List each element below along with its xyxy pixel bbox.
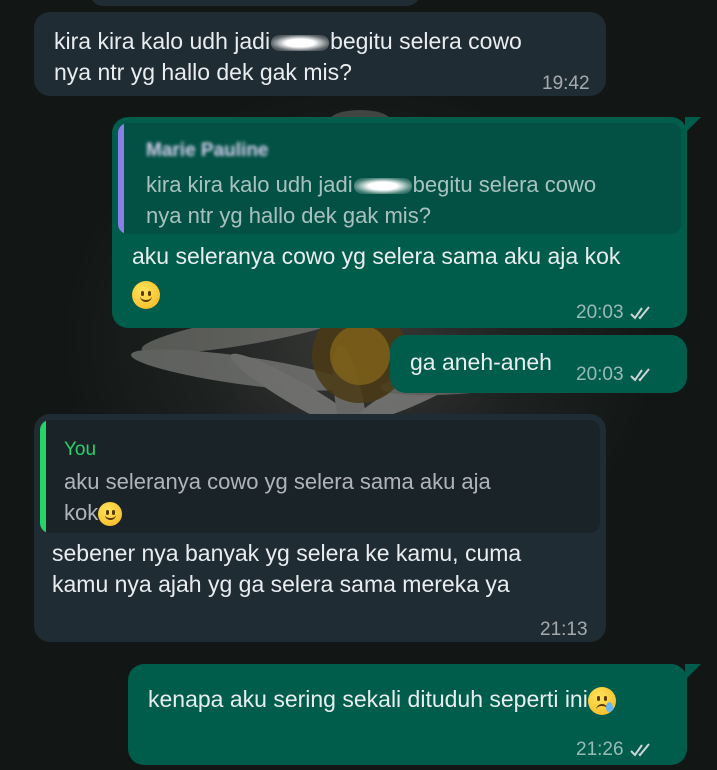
quote-text: kira kira kalo udh jadi begitu selera cow… — [146, 172, 597, 228]
double-check-icon — [629, 742, 650, 757]
quote-text: aku seleranya cowo yg selera sama aku aj… — [64, 469, 491, 527]
double-check-icon — [629, 367, 650, 382]
message-timestamp: 20:03 — [576, 359, 656, 390]
message-timestamp: 21:26 — [576, 734, 656, 765]
message-bubble-incoming[interactable]: You aku seleranya cowo yg selera sama ak… — [34, 414, 606, 642]
message-text: kenapa aku sering sekali dituduh seperti… — [148, 684, 616, 715]
message-bubble-outgoing[interactable]: ga aneh-aneh 20:03 — [390, 335, 687, 393]
message-bubble-outgoing[interactable]: kenapa aku sering sekali dituduh seperti… — [128, 664, 701, 765]
message-text: aku seleranya cowo yg selera sama aku aj… — [132, 243, 621, 269]
message-bubble-incoming-partial — [90, 0, 420, 6]
double-check-icon — [629, 305, 650, 320]
message-timestamp: 19:42 — [542, 73, 590, 94]
slightly-smiling-face-icon — [132, 281, 160, 309]
message-bubble-incoming[interactable]: kira kira kalo udh jadi begitu selera cow… — [34, 12, 606, 96]
quote-accent-bar — [40, 420, 46, 533]
slightly-smiling-face-icon — [98, 502, 123, 527]
message-timestamp: 20:03 — [576, 297, 656, 328]
redacted-blur — [271, 34, 330, 51]
quoted-message[interactable]: Marie Pauline kira kira kalo udh jadi beg… — [118, 123, 681, 234]
message-bubble-outgoing[interactable]: Marie Pauline kira kira kalo udh jadi beg… — [112, 117, 701, 328]
crying-face-icon — [587, 686, 616, 715]
message-timestamp: 21:13 — [540, 619, 588, 640]
message-text: sebener nya banyak yg selera ke kamu, cu… — [52, 540, 522, 597]
message-text: kira kira kalo udh jadi begitu selera cow… — [54, 28, 522, 85]
quote-sender-name: You — [64, 439, 97, 460]
message-text: ga aneh-aneh — [410, 349, 552, 375]
quote-accent-bar — [118, 123, 124, 234]
quote-sender-name: Marie Pauline — [146, 140, 269, 161]
redacted-blur — [353, 178, 412, 195]
quoted-message[interactable]: You aku seleranya cowo yg selera sama ak… — [40, 420, 600, 533]
